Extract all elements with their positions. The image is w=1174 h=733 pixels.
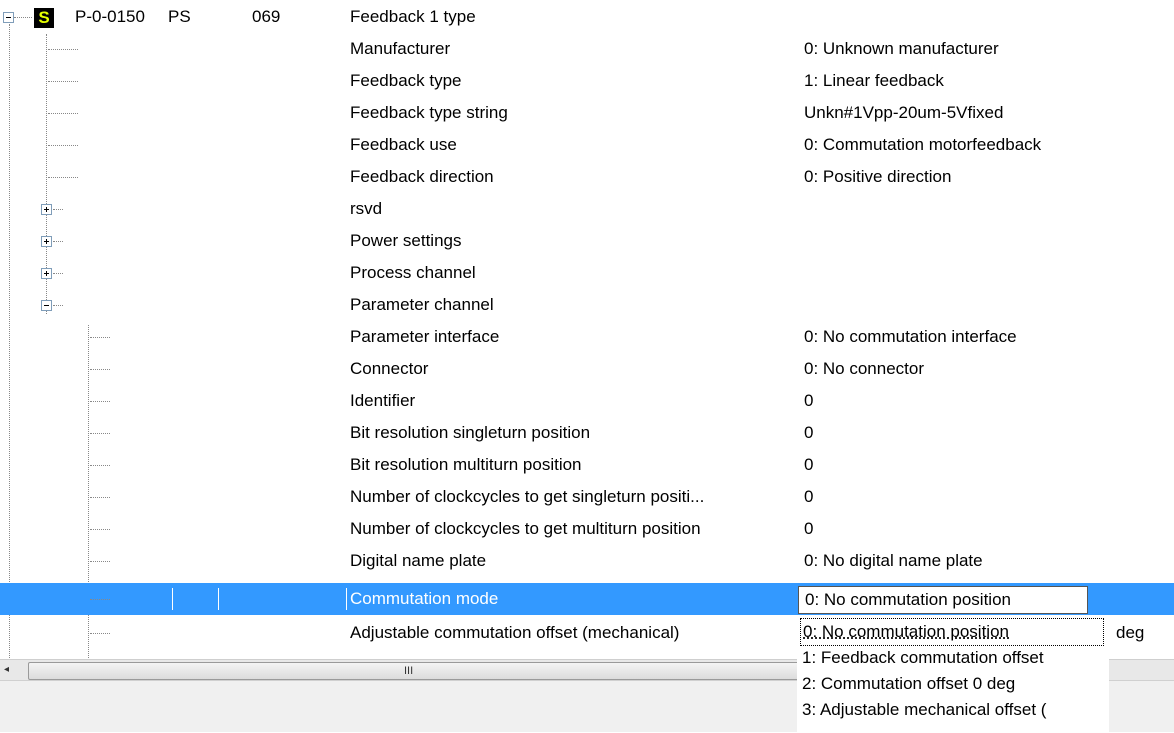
item-name: Number of clockcycles to get singleturn … [350,487,705,506]
parameter-number: 069 [252,7,281,26]
collapse-icon[interactable] [3,12,14,23]
expand-icon[interactable] [41,268,52,279]
item-name: Feedback use [350,135,457,154]
item-name: rsvd [350,199,383,218]
tree-row-rsvd[interactable]: rsvd [0,193,1174,225]
item-value[interactable]: 0: Positive direction [798,165,1114,189]
tree-row[interactable]: Connector 0: No connector [0,353,1174,385]
item-name: Feedback type string [350,103,508,122]
tree-row[interactable]: Feedback direction 0: Positive direction [0,161,1174,193]
item-name: Commutation mode [350,589,499,608]
item-name: Bit resolution multiturn position [350,455,582,474]
tree-row[interactable]: Bit resolution multiturn position 0 [0,449,1174,481]
item-name: Manufacturer [350,39,451,58]
item-name: Power settings [350,231,462,250]
tree-row-feedback-1-type[interactable]: S P-0-0150 PS 069 Feedback 1 type [0,1,1174,33]
tree-row[interactable]: Feedback type string Unkn#1Vpp-20um-5Vfi… [0,97,1174,129]
item-value[interactable]: 0 [798,389,1114,413]
item-value[interactable]: 0 [798,517,1114,541]
scrollbar-thumb[interactable]: III [28,662,800,680]
tree-row-parameter-channel[interactable]: Parameter channel [0,289,1174,321]
dropdown-option[interactable]: 1: Feedback commutation offset [802,645,1106,671]
s-parameter-icon: S [34,8,54,28]
item-name: Parameter channel [350,295,494,314]
expand-icon[interactable] [41,204,52,215]
tree-row[interactable]: Bit resolution singleturn position 0 [0,417,1174,449]
item-value[interactable]: 1: Linear feedback [798,69,1114,93]
dropdown-option[interactable]: 0: No commutation position [800,618,1104,646]
tree-row-process-channel[interactable]: Process channel [0,257,1174,289]
item-value[interactable]: 0: No commutation interface [798,325,1114,349]
item-value[interactable]: 0: Commutation motorfeedback [798,133,1114,157]
item-name: Identifier [350,391,416,410]
parameter-code: P-0-0150 [75,7,145,26]
item-value[interactable]: 0 [798,421,1114,445]
tree-row[interactable]: Feedback type 1: Linear feedback [0,65,1174,97]
collapse-icon[interactable] [41,300,52,311]
tree-row[interactable]: Number of clockcycles to get singleturn … [0,481,1174,513]
item-value[interactable]: 0 [798,485,1114,509]
parameter-tree: S P-0-0150 PS 069 Feedback 1 type Manufa… [0,0,1174,660]
tree-row[interactable]: Parameter interface 0: No commutation in… [0,321,1174,353]
item-value[interactable]: 0: No connector [798,357,1114,381]
scrollbar-grip: III [404,665,414,677]
item-name: Number of clockcycles to get multiturn p… [350,519,701,538]
tree-row[interactable]: Feedback use 0: Commutation motorfeedbac… [0,129,1174,161]
item-value[interactable]: 0 [798,453,1114,477]
tree-row-selected[interactable]: Commutation mode 0: No commutation posit… [0,583,1174,615]
item-name: Adjustable commutation offset (mechanica… [350,623,680,642]
item-name: Parameter interface [350,327,500,346]
tree-row[interactable]: Manufacturer 0: Unknown manufacturer [0,33,1174,65]
tree-row[interactable]: Number of clockcycles to get multiturn p… [0,513,1174,545]
expand-icon[interactable] [41,236,52,247]
commutation-mode-dropdown[interactable]: 0: No commutation position 1: Feedback c… [797,615,1109,733]
item-name: Feedback direction [350,167,494,186]
item-value[interactable]: 0: Unknown manufacturer [798,37,1114,61]
item-name: Bit resolution singleturn position [350,423,591,442]
parameter-name: Feedback 1 type [350,7,476,26]
scroll-left-icon[interactable]: ◂ [4,662,9,678]
parameter-type: PS [168,7,191,26]
item-value[interactable]: 0: No digital name plate [798,549,1114,573]
item-value[interactable]: Unkn#1Vpp-20um-5Vfixed [798,101,1114,125]
item-name: Process channel [350,263,476,282]
item-name: Feedback type [350,71,462,90]
item-name: Connector [350,359,429,378]
item-name: Digital name plate [350,551,487,570]
tree-row[interactable]: Identifier 0 [0,385,1174,417]
tree-row[interactable]: Digital name plate 0: No digital name pl… [0,545,1174,577]
commutation-mode-select[interactable]: 0: No commutation position [798,586,1088,614]
unit-label: deg [1116,623,1145,642]
dropdown-option[interactable]: 3: Adjustable mechanical offset ( [802,697,1106,723]
dropdown-option[interactable]: 2: Commutation offset 0 deg [802,671,1106,697]
tree-row-power-settings[interactable]: Power settings [0,225,1174,257]
